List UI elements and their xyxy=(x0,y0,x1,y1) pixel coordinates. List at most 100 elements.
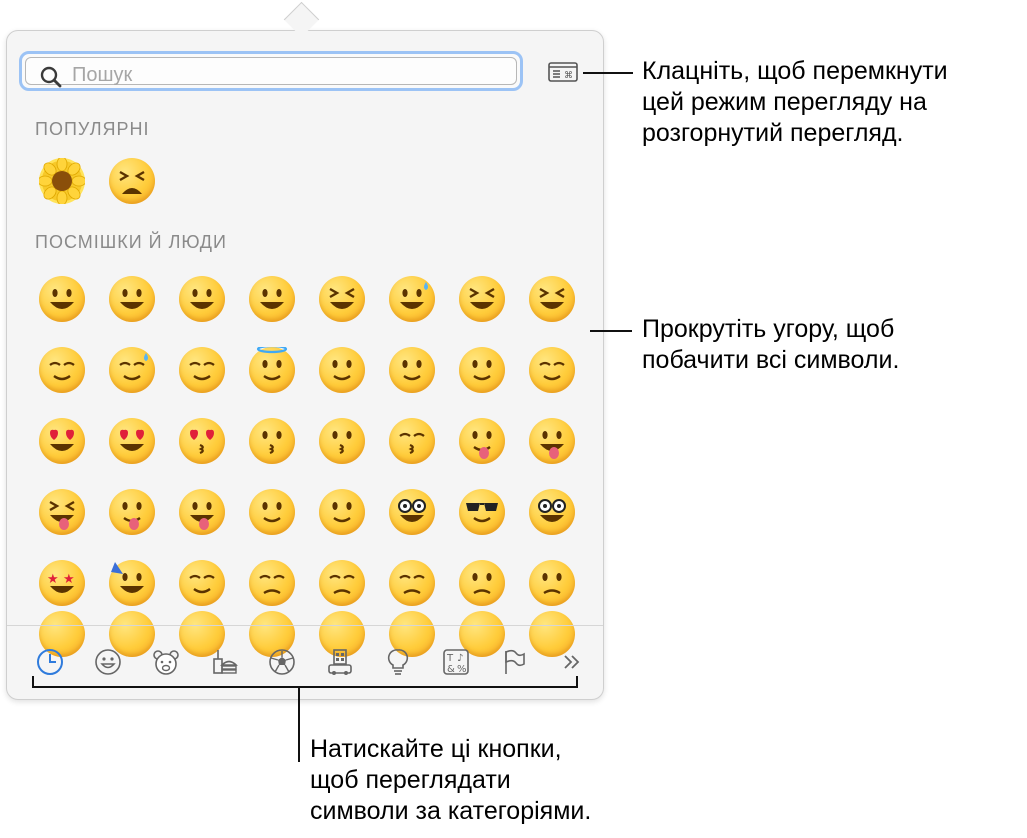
tab-objects[interactable] xyxy=(369,643,427,681)
svg-text:T: T xyxy=(446,653,454,664)
kissing-heart-icon xyxy=(179,418,225,464)
callout-bracket-left xyxy=(32,676,34,688)
tab-smileys[interactable] xyxy=(79,643,137,681)
rofl-icon xyxy=(529,276,575,322)
emoji-star-struck[interactable]: ★ ★ xyxy=(27,555,97,611)
emoji-winking-tongue[interactable] xyxy=(97,484,167,540)
emoji-sunflower[interactable] xyxy=(27,153,97,209)
emoji-smile[interactable] xyxy=(167,271,237,327)
sweat-smile-icon xyxy=(389,276,435,322)
callout-line-tabs xyxy=(298,686,300,762)
bear-icon xyxy=(153,650,179,675)
sunglasses-icon xyxy=(459,489,505,535)
emoji-nerd[interactable] xyxy=(377,484,447,540)
emoji-row xyxy=(27,484,587,540)
callout-bracket-right xyxy=(576,676,578,688)
emoji-smiley[interactable] xyxy=(97,271,167,327)
monocle-icon xyxy=(319,489,365,535)
tab-more[interactable] xyxy=(543,643,601,681)
tab-recent[interactable] xyxy=(21,643,79,681)
lightbulb-icon xyxy=(387,649,409,675)
search-icon xyxy=(40,66,62,88)
emoji-sweat-smile[interactable] xyxy=(377,271,447,327)
grin-icon xyxy=(249,276,295,322)
expanded-view-toggle-icon[interactable]: ⌘ xyxy=(547,61,579,83)
squinting-tongue-icon xyxy=(39,489,85,535)
search-field[interactable] xyxy=(19,51,523,91)
emoji-partying[interactable] xyxy=(97,555,167,611)
emoji-laughing[interactable] xyxy=(307,271,377,327)
emoji-kissing-closed-eyes[interactable] xyxy=(377,413,447,469)
tab-symbols[interactable]: T ♪ & % xyxy=(427,643,485,681)
svg-text:&: & xyxy=(447,664,455,675)
emoji-grinning[interactable] xyxy=(27,271,97,327)
emoji-sunglasses[interactable] xyxy=(447,484,517,540)
tab-activity[interactable] xyxy=(253,643,311,681)
emoji-blush[interactable] xyxy=(167,342,237,398)
emoji-worried[interactable] xyxy=(447,555,517,611)
emoji-innocent[interactable] xyxy=(237,342,307,398)
emoji-raised-eyebrow[interactable] xyxy=(237,484,307,540)
smirk-icon xyxy=(179,560,225,606)
emoji-smiling-tear[interactable] xyxy=(97,342,167,398)
tired-face-icon xyxy=(109,158,155,204)
emoji-upside-down[interactable] xyxy=(377,342,447,398)
worried-icon xyxy=(459,560,505,606)
emoji-row: ★ ★ xyxy=(27,555,587,611)
emoji-zany[interactable] xyxy=(167,484,237,540)
smiling-hearts-icon xyxy=(109,418,155,464)
emoji-tired-face[interactable] xyxy=(97,153,167,209)
smiley-icon xyxy=(95,649,121,675)
clock-icon xyxy=(37,649,63,675)
emoji-grin[interactable] xyxy=(237,271,307,327)
emoji-pensive[interactable] xyxy=(377,555,447,611)
emoji-relieved[interactable] xyxy=(517,342,587,398)
emoji-heart-eyes[interactable] xyxy=(27,413,97,469)
slightly-smiling-icon xyxy=(319,347,365,393)
emoji-rofl[interactable] xyxy=(517,271,587,327)
laughing-icon xyxy=(319,276,365,322)
search-field-inner xyxy=(25,57,517,88)
relieved-icon xyxy=(529,347,575,393)
emoji-yum[interactable] xyxy=(447,413,517,469)
emoji-smiling-hearts[interactable] xyxy=(97,413,167,469)
symbols-icon: T ♪ & % xyxy=(443,649,469,675)
food-icon xyxy=(213,650,238,674)
emoji-disguised[interactable] xyxy=(517,484,587,540)
emoji-disappointed[interactable] xyxy=(307,555,377,611)
pensive-icon xyxy=(389,560,435,606)
callout-toggle-text: Клацніть, щоб перемкнути цей режим перег… xyxy=(642,57,948,147)
svg-text:%: % xyxy=(457,664,467,675)
emoji-kissing[interactable] xyxy=(237,413,307,469)
raised-eyebrow-icon xyxy=(249,489,295,535)
sunflower-icon xyxy=(39,158,85,204)
zany-icon xyxy=(179,489,225,535)
tab-flags[interactable] xyxy=(485,643,543,681)
emoji-smirk[interactable] xyxy=(167,555,237,611)
emoji-kissing-smiling-eyes[interactable] xyxy=(307,413,377,469)
popular-row xyxy=(27,153,167,209)
kissing-smiling-eyes-icon xyxy=(319,418,365,464)
nerd-icon xyxy=(389,489,435,535)
emoji-tongue[interactable] xyxy=(517,413,587,469)
emoji-joy[interactable] xyxy=(447,271,517,327)
callout-line-scroll xyxy=(590,330,632,332)
section-title-smileys: ПОСМІШКИ Й ЛЮДИ xyxy=(35,232,227,252)
yum-icon xyxy=(459,418,505,464)
disguised-icon xyxy=(529,489,575,535)
tab-travel[interactable] xyxy=(311,643,369,681)
emoji-squinting-tongue[interactable] xyxy=(27,484,97,540)
search-input[interactable] xyxy=(70,62,474,88)
tab-food[interactable] xyxy=(195,643,253,681)
emoji-relaxed[interactable] xyxy=(27,342,97,398)
emoji-wink[interactable] xyxy=(447,342,517,398)
emoji-monocle[interactable] xyxy=(307,484,377,540)
emoji-kissing-heart[interactable] xyxy=(167,413,237,469)
tab-animals[interactable] xyxy=(137,643,195,681)
emoji-unamused[interactable] xyxy=(237,555,307,611)
emoji-confused[interactable] xyxy=(517,555,587,611)
smile-icon xyxy=(179,276,225,322)
grinning-icon xyxy=(39,276,85,322)
emoji-slightly-smiling[interactable] xyxy=(307,342,377,398)
unamused-icon xyxy=(249,560,295,606)
